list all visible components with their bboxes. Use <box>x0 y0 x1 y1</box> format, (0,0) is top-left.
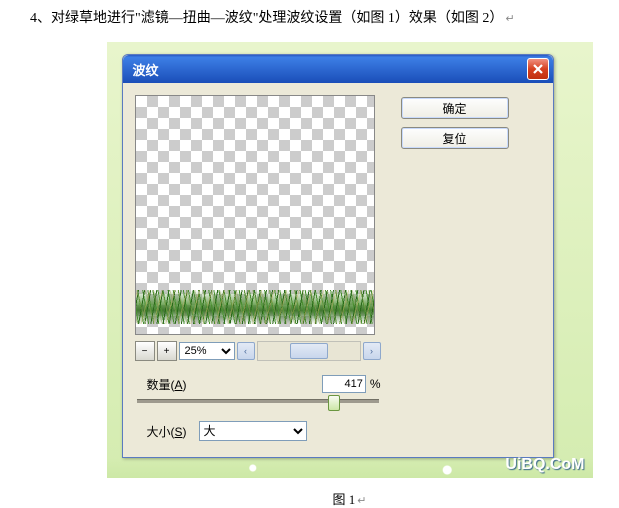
size-row: 大小(S) 大 <box>135 421 381 441</box>
scroll-right-button[interactable]: › <box>363 342 381 360</box>
percent-label: % <box>370 377 381 391</box>
slider-handle[interactable] <box>328 395 340 411</box>
amount-slider[interactable] <box>137 399 379 403</box>
amount-label: 数量(A) <box>135 376 199 393</box>
screenshot-frame: 波纹 − + 25% ‹ <box>107 42 593 478</box>
zoom-out-button[interactable]: − <box>135 341 155 361</box>
dialog-buttons: 确定 复位 <box>401 95 509 445</box>
grass-preview <box>136 290 374 324</box>
ok-button[interactable]: 确定 <box>401 97 509 119</box>
watermark-text: UiBQ.CoM <box>505 456 584 474</box>
titlebar[interactable]: 波纹 <box>123 55 553 83</box>
close-icon <box>532 63 544 75</box>
horizontal-scrollbar[interactable] <box>257 341 361 361</box>
preview-panel: − + 25% ‹ › 数量(A) % <box>135 95 381 445</box>
dialog-title: 波纹 <box>133 60 159 79</box>
instruction-text: 4、对绿草地进行"滤镜—扭曲—波纹"处理波纹设置（如图 1）效果（如图 2） <box>30 11 503 26</box>
size-label: 大小(S) <box>135 423 199 440</box>
reset-button[interactable]: 复位 <box>401 127 509 149</box>
scrollbar-thumb[interactable] <box>290 343 328 359</box>
close-button[interactable] <box>527 58 549 80</box>
amount-row: 数量(A) % <box>135 375 381 393</box>
figure-container: 波纹 − + 25% ‹ <box>0 42 619 508</box>
figure-caption: 图 1↵ <box>80 489 619 508</box>
zoom-in-button[interactable]: + <box>157 341 177 361</box>
scroll-left-button[interactable]: ‹ <box>237 342 255 360</box>
dialog-body: − + 25% ‹ › 数量(A) % <box>123 83 553 457</box>
return-mark: ↵ <box>357 495 366 507</box>
zoom-select[interactable]: 25% <box>179 342 235 360</box>
instruction-paragraph: 4、对绿草地进行"滤镜—扭曲—波纹"处理波纹设置（如图 1）效果（如图 2）↵ <box>0 0 619 42</box>
preview-box[interactable] <box>135 95 375 335</box>
return-mark: ↵ <box>505 13 514 25</box>
ripple-dialog: 波纹 − + 25% ‹ <box>122 54 554 458</box>
size-select[interactable]: 大 <box>199 421 307 441</box>
zoom-controls: − + 25% ‹ › <box>135 341 381 361</box>
amount-input[interactable] <box>322 375 366 393</box>
